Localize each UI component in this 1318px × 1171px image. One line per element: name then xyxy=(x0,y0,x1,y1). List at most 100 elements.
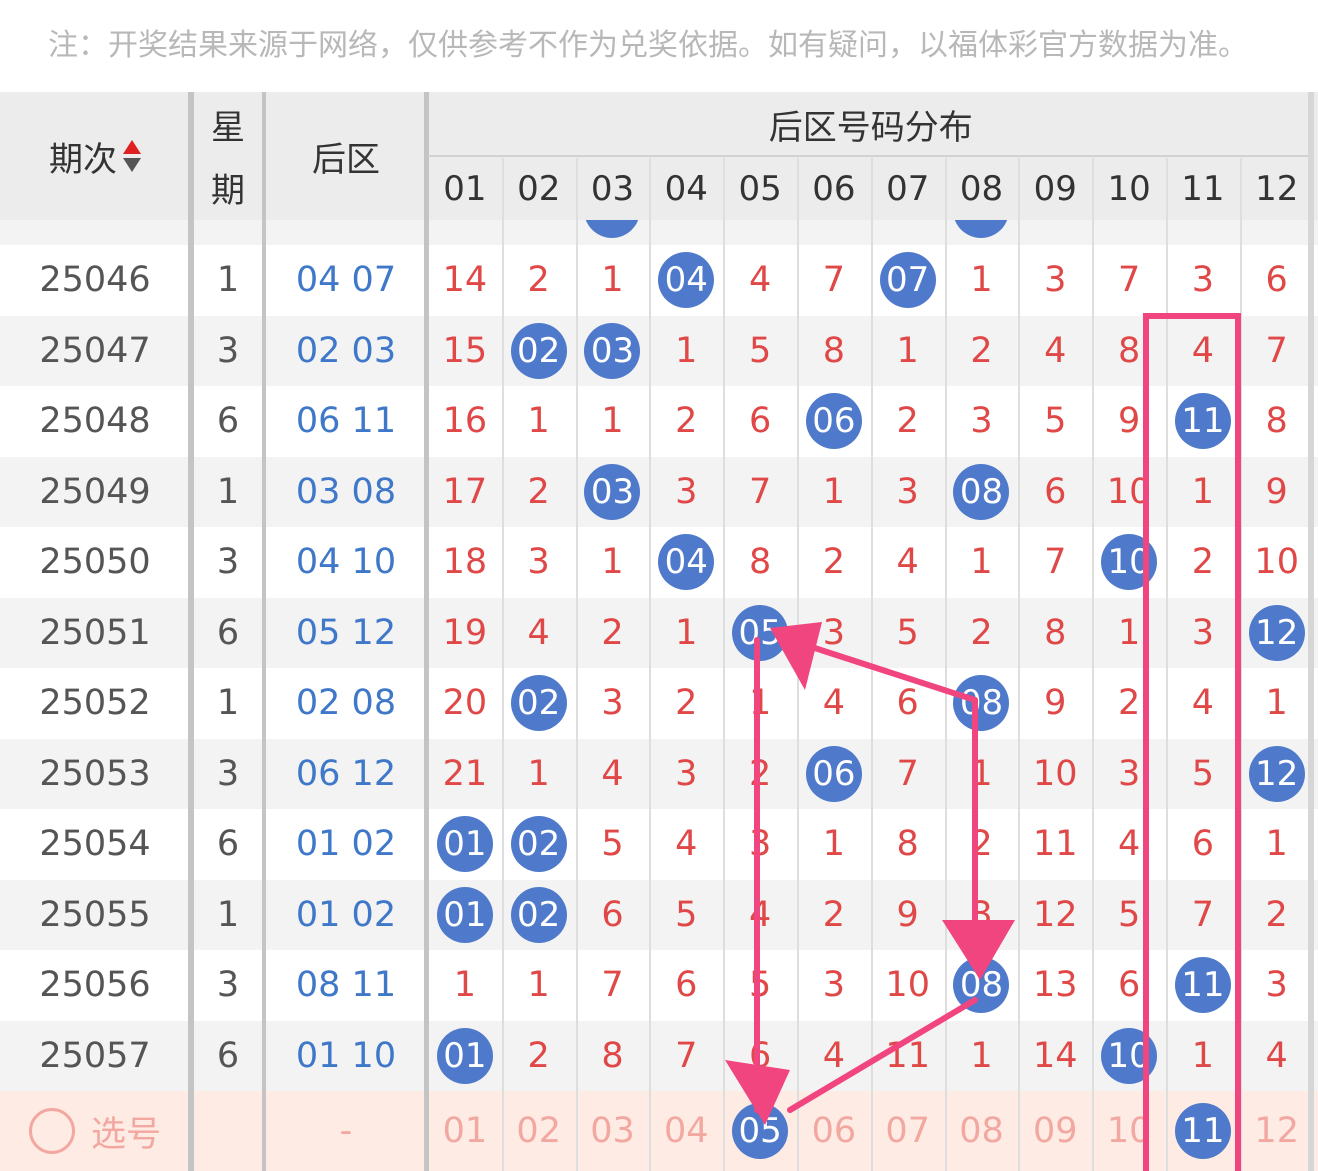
dist-cell: 12 xyxy=(1240,739,1314,810)
dist-cell: 8 xyxy=(1044,612,1067,653)
dist-cell: 1 xyxy=(970,260,993,301)
header-column-02: 02 xyxy=(517,169,561,209)
dist-cell: 6 xyxy=(748,1035,772,1076)
dist-cell: 4 xyxy=(822,683,846,724)
number-ball: 12 xyxy=(1248,745,1305,802)
select-number-06[interactable]: 06 xyxy=(797,1091,871,1171)
dist-cell: 11 xyxy=(885,1035,930,1076)
number-ball: 08 xyxy=(953,675,1010,732)
selected-ball[interactable]: 05 xyxy=(732,1103,789,1159)
select-number-08[interactable]: 08 xyxy=(945,1091,1019,1171)
dist-cell: 1 xyxy=(675,612,698,653)
issue-cell: 25047 xyxy=(39,330,151,371)
dist-cell: 4 xyxy=(601,753,624,794)
issue-cell: 25050 xyxy=(39,542,151,583)
dist-cell: 1 xyxy=(527,753,550,794)
dist-cell: 3 xyxy=(970,401,993,442)
select-number-12[interactable]: 12 xyxy=(1240,1091,1314,1171)
select-circle-icon[interactable] xyxy=(28,1108,75,1154)
table-row: 25047 3 02 03 15 02 03 1 5 8 1 2 4 8 4 7 xyxy=(0,315,1318,386)
dist-cell: 01 xyxy=(428,880,502,951)
week-cell: 3 xyxy=(216,965,240,1006)
dist-cell: 3 xyxy=(822,965,846,1006)
header-issue[interactable]: 期次 xyxy=(0,92,190,220)
week-cell: 1 xyxy=(216,683,240,724)
dist-cell: 2 xyxy=(601,612,624,653)
dist-cell: 3 xyxy=(675,753,698,794)
header-column-09: 09 xyxy=(1033,169,1077,209)
header-column-06: 06 xyxy=(812,169,856,209)
header-week: 星期 xyxy=(193,92,263,220)
select-row: 选号 - 01 02 03 04 05 06 07 08 09 10 11 12 xyxy=(0,1091,1318,1171)
select-number-01[interactable]: 01 xyxy=(428,1091,502,1171)
dist-cell: 10 xyxy=(1092,1021,1166,1092)
dist-cell: 1 xyxy=(822,824,846,865)
issue-cell: 25057 xyxy=(39,1035,151,1076)
dist-cell: 3 xyxy=(896,471,919,512)
table-row: 25055 1 01 02 01 02 6 5 4 2 9 3 12 5 7 2 xyxy=(0,879,1318,951)
header-column-11: 11 xyxy=(1181,169,1225,209)
table-row: 25046 1 04 07 14 2 1 04 4 7 07 1 3 7 3 6 xyxy=(0,245,1318,316)
dist-cell: 11 xyxy=(1033,824,1078,865)
dist-cell: 2 xyxy=(1117,683,1141,724)
dist-cell: 7 xyxy=(822,260,846,301)
number-ball: 02 xyxy=(510,816,567,873)
select-number-03[interactable]: 03 xyxy=(576,1091,650,1171)
select-toggle[interactable]: 选号 xyxy=(0,1091,190,1171)
table-row: 25049 1 03 08 17 2 03 3 7 1 3 08 6 10 1 9 xyxy=(0,456,1318,528)
dist-cell: 1 xyxy=(1265,824,1288,865)
select-number-04[interactable]: 04 xyxy=(649,1091,723,1171)
column-divider xyxy=(944,158,947,1171)
dist-cell: 6 xyxy=(1117,965,1141,1006)
selected-ball[interactable]: 11 xyxy=(1174,1103,1231,1159)
select-number-10[interactable]: 10 xyxy=(1092,1091,1166,1171)
dist-cell: 14 xyxy=(1033,1035,1078,1076)
dist-cell: 4 xyxy=(1265,1035,1288,1076)
dist-cell: 2 xyxy=(1191,542,1215,583)
table-row: 25053 3 06 12 21 1 4 3 2 06 7 1 10 3 5 12 xyxy=(0,738,1318,810)
dist-cell: 19 xyxy=(442,612,488,653)
dist-cell: 1 xyxy=(970,542,993,583)
column-divider xyxy=(424,92,429,1171)
week-cell: 1 xyxy=(216,260,240,301)
dist-cell: 20 xyxy=(442,683,488,724)
dist-cell: 8 xyxy=(1117,330,1141,371)
select-number-07[interactable]: 07 xyxy=(871,1091,945,1171)
dist-cell: 7 xyxy=(601,965,624,1006)
select-number-11[interactable]: 11 xyxy=(1166,1091,1240,1171)
dist-cell: 5 xyxy=(601,824,624,865)
dist-cell: 8 xyxy=(896,824,919,865)
column-divider xyxy=(649,158,652,1171)
dist-cell: 2 xyxy=(822,542,846,583)
table-row: 25051 6 05 12 19 4 2 1 05 3 5 2 8 1 3 12 xyxy=(0,597,1318,668)
number-ball: 10 xyxy=(1101,534,1158,591)
issue-cell: 25048 xyxy=(39,401,151,442)
table-row: 25050 3 04 10 18 3 1 04 8 2 4 1 7 10 2 10 xyxy=(0,527,1318,598)
back-zone-cell: 01 02 xyxy=(295,824,397,865)
number-ball: 04 xyxy=(658,534,715,591)
week-cell: 1 xyxy=(216,471,240,512)
dist-cell: 1 xyxy=(453,965,477,1006)
table-row: 25052 1 02 08 20 02 3 2 1 4 6 08 9 2 4 1 xyxy=(0,668,1318,739)
column-divider xyxy=(1018,158,1021,1171)
issue-cell: 25053 xyxy=(39,753,151,794)
dist-cell: 10 xyxy=(1106,471,1152,512)
back-zone-cell: 01 02 xyxy=(295,894,397,935)
header-column-08: 08 xyxy=(959,169,1004,209)
dist-cell: 1 xyxy=(970,753,993,794)
select-number-09[interactable]: 09 xyxy=(1018,1091,1092,1171)
dist-cell: 5 xyxy=(1044,401,1067,442)
issue-cell: 25052 xyxy=(39,683,151,724)
dist-cell: 14 xyxy=(442,260,488,301)
select-number-02[interactable]: 02 xyxy=(502,1091,576,1171)
dist-cell: 03 xyxy=(576,457,650,528)
dist-cell: 04 xyxy=(649,245,723,316)
select-number-05[interactable]: 05 xyxy=(723,1091,797,1171)
dist-cell: 02 xyxy=(502,668,576,739)
sort-icon[interactable] xyxy=(123,138,141,174)
back-zone-cell: 06 11 xyxy=(295,401,397,442)
dist-cell: 2 xyxy=(527,260,550,301)
dist-cell: 6 xyxy=(896,683,919,724)
dist-cell: 3 xyxy=(1191,260,1215,301)
dist-cell: 08 xyxy=(945,668,1019,739)
